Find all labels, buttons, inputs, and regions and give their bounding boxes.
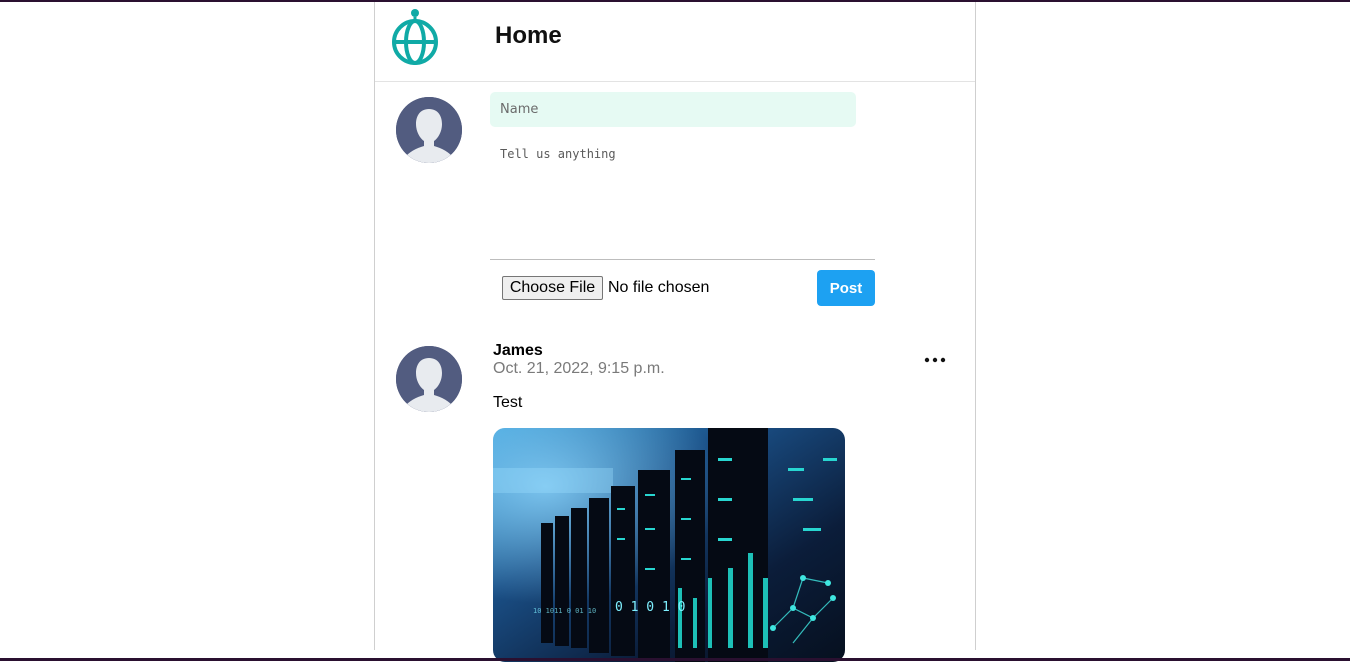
server-room-image: 0 1 0 1 0 10 1011 0 01 10 bbox=[493, 428, 845, 662]
post-image[interactable]: 0 1 0 1 0 10 1011 0 01 10 bbox=[493, 428, 845, 662]
file-status-text: No file chosen bbox=[608, 279, 710, 296]
choose-file-button[interactable]: Choose File bbox=[502, 276, 603, 300]
page-title: Home bbox=[495, 22, 562, 49]
svg-text:10 1011 0 01 10: 10 1011 0 01 10 bbox=[533, 607, 596, 615]
post-button[interactable]: Post bbox=[817, 270, 875, 306]
user-silhouette-icon bbox=[396, 346, 462, 412]
composer-avatar bbox=[396, 97, 462, 163]
user-silhouette-icon bbox=[396, 97, 462, 163]
feed-column: Home Choose File No file chosen Post Jam… bbox=[374, 2, 976, 662]
svg-text:0 1 0 1 0: 0 1 0 1 0 bbox=[615, 600, 685, 615]
globe-icon[interactable] bbox=[390, 7, 440, 65]
name-input[interactable] bbox=[490, 92, 856, 127]
post-body-text: Test bbox=[493, 394, 523, 411]
post-body-textarea[interactable] bbox=[490, 139, 875, 260]
page-header: Home bbox=[375, 2, 975, 82]
post-author-avatar[interactable] bbox=[396, 346, 462, 412]
more-options-icon[interactable] bbox=[921, 350, 949, 370]
post-author-name[interactable]: James bbox=[493, 342, 543, 360]
post-timestamp: Oct. 21, 2022, 9:15 p.m. bbox=[493, 360, 665, 377]
